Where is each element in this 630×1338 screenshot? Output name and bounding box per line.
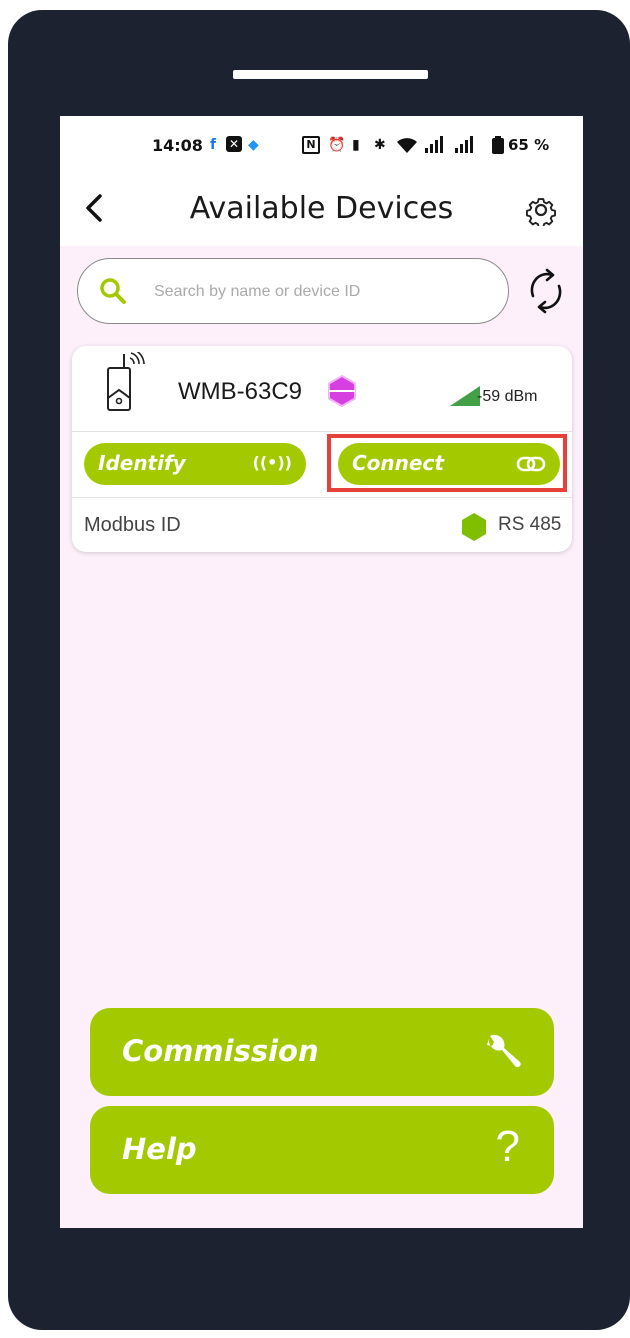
signal-value: -59 dBm: [477, 388, 538, 405]
search-input[interactable]: [152, 277, 496, 307]
search-box[interactable]: [77, 258, 509, 324]
speaker-slot: [233, 70, 428, 79]
wrench-icon: [487, 1034, 521, 1068]
green-hexagon-badge: [462, 513, 486, 541]
page-title: Available Devices: [189, 191, 454, 226]
status-bar: 14:08 f ✕ ◆ N ⏰ ▮ ✱ 65 %: [60, 116, 583, 174]
card-divider-2: [72, 497, 572, 498]
wifi-icon: [396, 136, 418, 159]
help-label: Help: [122, 1132, 197, 1166]
signal-icon-2: [454, 136, 474, 159]
nfc-icon: N: [302, 136, 320, 154]
x-icon: ✕: [226, 136, 242, 152]
protocol-label: RS 485: [498, 514, 562, 535]
alarm-icon: ⏰: [328, 137, 346, 153]
refresh-icon[interactable]: [526, 268, 566, 314]
card-divider: [72, 431, 572, 432]
search-icon: [100, 278, 126, 304]
signal-icon: [424, 136, 444, 159]
commission-button[interactable]: Commission: [90, 1008, 554, 1096]
modbus-id-label: Modbus ID: [84, 514, 181, 536]
wireless-device-icon: [107, 352, 145, 411]
commission-label: Commission: [122, 1034, 319, 1068]
signal-strength-icon: [450, 386, 480, 406]
identify-label: Identify: [98, 451, 186, 475]
app-screen: 14:08 f ✕ ◆ N ⏰ ▮ ✱ 65 % Available Devic…: [60, 116, 583, 1228]
purple-hexagon-badge: [328, 374, 356, 408]
device-name: WMB-63C9: [178, 378, 303, 405]
app-icon: ◆: [248, 137, 259, 153]
battery-icon: [492, 136, 504, 159]
gear-icon[interactable]: [525, 194, 557, 226]
vibrate-icon: ▮: [352, 137, 360, 153]
device-card[interactable]: WMB-63C9 -59 dBm Identify ((•)) Connect …: [72, 346, 572, 552]
connect-highlight-box: [327, 434, 567, 492]
help-button[interactable]: Help ?: [90, 1106, 554, 1194]
facebook-icon: f: [210, 137, 217, 153]
battery-percent: 65 %: [508, 136, 550, 154]
identify-button[interactable]: Identify ((•)): [84, 443, 306, 485]
bluetooth-icon: ✱: [374, 137, 386, 153]
status-time: 14:08: [152, 136, 203, 155]
question-icon: ?: [495, 1122, 520, 1171]
broadcast-icon: ((•)): [252, 453, 292, 472]
app-header: Available Devices: [60, 174, 583, 246]
